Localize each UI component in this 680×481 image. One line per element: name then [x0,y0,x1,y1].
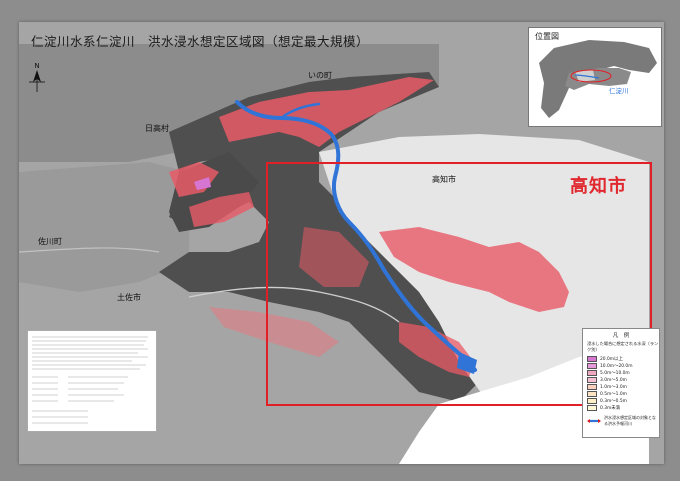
page-background: 仁淀川水系仁淀川 洪水浸水想定区域図（想定最大規模） N いの町 日高村 高知市… [0,0,680,481]
legend-swatch [587,355,597,362]
legend-item: 20.0m以上 [587,355,659,362]
legend-item-label: 0.5m〜1.0m [600,391,627,397]
legend-panel: 凡 例 浸水した場合に想定される水深（ランク別） 20.0m以上 10.0m〜20… [582,328,660,438]
legend-item-label: 1.0m〜3.0m [600,384,627,390]
legend-item: 5.0m〜10.0m [587,369,659,376]
focus-area-label: 高知市 [570,176,627,197]
map-title: 仁淀川水系仁淀川 洪水浸水想定区域図（想定最大規模） [31,34,370,49]
legend-item: 3.0m〜5.0m [587,376,659,383]
place-label-ino: いの町 [308,71,332,80]
legend-item-label: 0.3m未満 [600,405,621,411]
legend-item-label: 20.0m以上 [600,356,623,362]
place-label-sakawa: 佐川町 [38,237,62,246]
legend-title: 凡 例 [612,333,630,339]
legend-item-label: 10.0m〜20.0m [600,363,633,369]
notes-panel [27,330,157,432]
legend-swatch [587,376,597,383]
legend-swatch [587,397,597,404]
compass-n-label: N [34,62,39,70]
legend-item: 0.3m〜0.5m [587,397,659,404]
map-sheet: 仁淀川水系仁淀川 洪水浸水想定区域図（想定最大規模） N いの町 日高村 高知市… [19,22,664,464]
legend-swatch [587,390,597,397]
place-label-hidaka: 日高村 [145,124,169,133]
legend-item-label: 0.3m〜0.5m [600,398,627,404]
legend-footer: 洪水浸水想定区域の対象となる洪水予報河川 [587,415,659,427]
location-river-label: 仁淀川 [609,87,629,95]
legend-item: 0.5m〜1.0m [587,390,659,397]
location-map-graphic [539,40,657,118]
legend-item: 1.0m〜3.0m [587,383,659,390]
notes-text-lines [32,336,148,424]
place-label-tosa: 土佐市 [117,293,141,302]
legend-swatch [587,383,597,390]
legend-rows: 20.0m以上 10.0m〜20.0m 5.0m〜10.0m 3.0m〜5.0m 1.0… [583,355,659,411]
legend-swatch [587,404,597,411]
legend-item: 10.0m〜20.0m [587,362,659,369]
legend-item: 0.3m未満 [587,404,659,411]
north-arrow-icon: N [29,62,45,92]
location-map[interactable]: 位置図 仁淀川 [528,27,662,127]
legend-item-label: 5.0m〜10.0m [600,370,630,376]
legend-swatch [587,362,597,369]
legend-subtitle: 浸水した場合に想定される水深（ランク別） [587,341,659,352]
legend-swatch [587,369,597,376]
legend-item-label: 3.0m〜5.0m [600,377,627,383]
river-symbol-icon [587,419,601,423]
legend-footer-text: 洪水浸水想定区域の対象となる洪水予報河川 [604,415,656,426]
